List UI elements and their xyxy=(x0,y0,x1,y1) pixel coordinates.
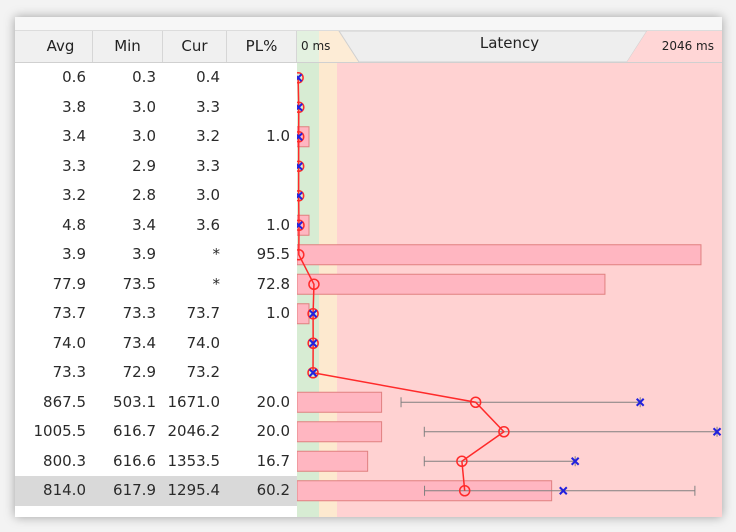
cell-pl: 20.0 xyxy=(256,422,290,440)
cell-avg: 3.8 xyxy=(62,97,86,116)
cell-min: 503.1 xyxy=(113,392,156,411)
cell-pl xyxy=(227,93,297,123)
column-header-cur[interactable]: Cur xyxy=(163,31,227,62)
table-row[interactable]: 3.9 3.9 * 95.5 xyxy=(15,240,297,270)
table-row[interactable]: 74.0 73.4 74.0 xyxy=(15,329,297,359)
packet-loss-bar xyxy=(297,391,383,413)
cell-cur: 0.4 xyxy=(196,68,220,86)
cell-cur: 73.7 xyxy=(186,304,220,322)
cell-cur: 3.3 xyxy=(196,97,220,116)
cell-avg: 3.3 xyxy=(62,156,86,175)
table-row[interactable]: 867.5 503.1 1671.0 20.0 xyxy=(15,388,297,418)
cell-avg: 3.2 xyxy=(62,186,86,204)
cell-min: 73.4 xyxy=(122,333,156,352)
cell-avg: 73.3 xyxy=(52,363,86,381)
table-row[interactable]: 3.2 2.8 3.0 xyxy=(15,181,297,211)
cell-cur: * xyxy=(212,245,221,263)
cell-pl: 60.2 xyxy=(256,481,290,499)
cell-avg: 4.8 xyxy=(62,215,86,234)
cell-min: 73.3 xyxy=(122,304,156,322)
cell-cur: 73.2 xyxy=(186,363,220,381)
table-row[interactable]: 3.3 2.9 3.3 xyxy=(15,152,297,182)
cell-avg: 3.4 xyxy=(62,127,86,145)
trace-window: Avg Min Cur PL% 0 ms Latency 2046 ms 0.6… xyxy=(15,17,722,517)
cell-min: 72.9 xyxy=(122,363,156,381)
table-row[interactable]: 73.3 72.9 73.2 xyxy=(15,358,297,388)
cell-min: 616.6 xyxy=(113,451,156,470)
table-row[interactable]: 0.6 0.3 0.4 xyxy=(15,63,297,93)
latency-graph xyxy=(297,63,722,517)
cell-min: 616.7 xyxy=(113,422,156,440)
cell-pl xyxy=(227,152,297,182)
cell-avg: 800.3 xyxy=(43,451,86,470)
cell-min: 3.0 xyxy=(132,97,156,116)
cell-cur: 3.6 xyxy=(196,215,220,234)
cell-avg: 73.7 xyxy=(52,304,86,322)
cell-avg: 867.5 xyxy=(43,392,86,411)
cell-avg: 1005.5 xyxy=(33,422,87,440)
cell-cur: * xyxy=(212,274,221,293)
cell-pl: 16.7 xyxy=(256,451,290,470)
cell-min: 0.3 xyxy=(132,68,156,86)
cell-avg: 77.9 xyxy=(52,274,86,293)
packet-loss-bar xyxy=(297,273,606,295)
cell-avg: 0.6 xyxy=(62,68,86,86)
cell-pl xyxy=(227,358,297,388)
cell-avg: 74.0 xyxy=(52,333,86,352)
cell-pl xyxy=(227,181,297,211)
table-row[interactable]: 77.9 73.5 * 72.8 xyxy=(15,270,297,300)
cell-cur: 3.0 xyxy=(196,186,220,204)
cell-min: 2.9 xyxy=(132,156,156,175)
packet-loss-bar xyxy=(297,450,369,472)
cell-cur: 74.0 xyxy=(186,333,220,352)
cell-min: 3.4 xyxy=(132,215,156,234)
table-row[interactable]: 800.3 616.6 1353.5 16.7 xyxy=(15,447,297,477)
cell-pl xyxy=(227,63,297,93)
table-header: Avg Min Cur PL% 0 ms Latency 2046 ms xyxy=(15,31,722,63)
cell-min: 73.5 xyxy=(122,274,156,293)
cell-pl: 20.0 xyxy=(256,392,290,411)
packet-loss-bar xyxy=(297,421,383,443)
column-header-avg[interactable]: Avg xyxy=(29,31,93,62)
cell-cur: 1295.4 xyxy=(167,481,221,499)
latency-max-label: 2046 ms xyxy=(661,39,714,53)
table-row[interactable]: 1005.5 616.7 2046.2 20.0 xyxy=(15,417,297,447)
cell-pl: 1.0 xyxy=(266,304,290,322)
table-row[interactable]: 4.8 3.4 3.6 1.0 xyxy=(15,211,297,241)
cell-avg: 3.9 xyxy=(62,245,86,263)
cell-pl: 95.5 xyxy=(256,245,290,263)
cell-pl xyxy=(227,329,297,359)
cell-min: 2.8 xyxy=(132,186,156,204)
cell-min: 617.9 xyxy=(113,481,156,499)
cell-pl: 1.0 xyxy=(266,127,290,145)
cell-cur: 1353.5 xyxy=(167,451,221,470)
cell-cur: 2046.2 xyxy=(167,422,221,440)
cell-min: 3.0 xyxy=(132,127,156,145)
packet-loss-bar xyxy=(297,303,310,325)
cell-cur: 3.2 xyxy=(196,127,220,145)
cell-avg: 814.0 xyxy=(43,481,86,499)
cell-pl: 72.8 xyxy=(256,274,290,293)
latency-title: Latency xyxy=(479,34,540,52)
table-row[interactable]: 3.8 3.0 3.3 xyxy=(15,93,297,123)
cell-cur: 1671.0 xyxy=(167,392,221,411)
table-row[interactable]: 3.4 3.0 3.2 1.0 xyxy=(15,122,297,152)
column-header-min[interactable]: Min xyxy=(93,31,163,62)
cell-min: 3.9 xyxy=(132,245,156,263)
table-row[interactable]: 73.7 73.3 73.7 1.0 xyxy=(15,299,297,329)
packet-loss-bar xyxy=(297,244,702,266)
column-header-pl[interactable]: PL% xyxy=(227,31,297,62)
cell-cur: 3.3 xyxy=(196,156,220,175)
column-header-latency[interactable]: 0 ms Latency 2046 ms xyxy=(297,31,722,62)
cell-pl: 1.0 xyxy=(266,215,290,234)
